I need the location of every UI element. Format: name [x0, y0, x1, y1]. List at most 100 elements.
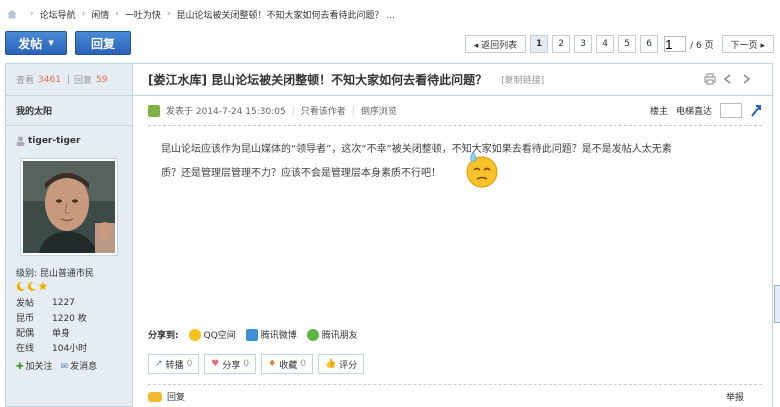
rank-icons: [6, 281, 132, 291]
thumbs-up-icon: 👍: [324, 359, 337, 369]
repost-icon: ↗: [155, 359, 163, 369]
rate-label: 评分: [339, 360, 358, 371]
tencent-weibo-icon: [245, 328, 258, 341]
report-link[interactable]: 举报: [726, 390, 744, 403]
page-link-1[interactable]: 1: [530, 35, 549, 53]
add-follow-label: 加关注: [25, 362, 53, 372]
only-author-link[interactable]: 只看该作者: [301, 104, 346, 117]
share-qzone-label: QQ空间: [203, 331, 236, 341]
reverse-order-link[interactable]: 倒序浏览: [361, 104, 397, 117]
repost-button[interactable]: ↗ 转播 0: [148, 354, 200, 374]
send-message-label: 发消息: [70, 362, 98, 372]
tencent-friends-icon: [306, 328, 319, 341]
group-title: 我的太阳: [6, 96, 132, 126]
favorite-label: 收藏: [279, 360, 298, 371]
share-qzone[interactable]: QQ空间: [188, 328, 236, 341]
user-icon: [16, 136, 25, 146]
share-button[interactable]: ♥ 分享 0: [204, 354, 257, 374]
send-message-link[interactable]: ✉ 发消息: [61, 359, 98, 372]
share-tencent-weibo[interactable]: 腾讯微博: [245, 328, 297, 341]
views-label: 查看: [16, 76, 35, 86]
reply-icon: [148, 391, 162, 402]
pagination: ◂ 返回列表 1 2 3 4 5 6 / 6 页 下一页 ▸: [464, 35, 774, 53]
share-label: 分享到:: [148, 331, 179, 341]
post-content: 昆山论坛应该作为昆山媒体的“领导者”，这次“不幸”被关闭整顿，不知大家如果去看待…: [133, 126, 772, 312]
page-jump-input[interactable]: [664, 36, 687, 52]
page-link-3[interactable]: 3: [574, 35, 593, 53]
share-tencent-friends[interactable]: 腾讯朋友: [306, 328, 358, 341]
profile-value: 1220 枚: [52, 314, 87, 324]
page-link-5[interactable]: 5: [618, 35, 637, 53]
avatar[interactable]: [20, 158, 118, 256]
profile-value: 1227: [52, 297, 75, 308]
floor-controls: 楼主 电梯直达: [650, 103, 762, 118]
profile-key: 配偶: [16, 329, 35, 339]
profile-value: 单身: [52, 329, 71, 339]
post-footer: 回复 举报: [148, 384, 762, 407]
repost-count: 0: [186, 359, 193, 369]
views-count: 3461: [38, 74, 61, 85]
back-to-list-button[interactable]: ◂ 返回列表: [464, 35, 527, 53]
side-feedback-tab[interactable]: [774, 285, 780, 323]
meta-divider: |: [291, 105, 295, 116]
reply-button[interactable]: 回复: [75, 31, 131, 55]
floor-owner-label: 楼主: [649, 107, 668, 117]
page-total: / 6 页: [690, 40, 714, 51]
profile-row-posts: 发帖 1227: [16, 295, 132, 310]
go-arrow-icon[interactable]: [750, 104, 762, 118]
post-button-label: 发帖: [18, 36, 43, 51]
heart-icon: ♥: [211, 359, 220, 369]
thread-stats: 查看 3461 | 回复 59: [6, 64, 132, 96]
rate-button[interactable]: 👍 评分: [317, 354, 365, 374]
avatar-image: [23, 161, 115, 253]
profile-stats: 发帖 1227 昆币 1220 枚 配偶 单身 在线 104小时: [6, 295, 132, 355]
breadcrumb-separator: ›: [166, 9, 171, 19]
breadcrumb-leisure[interactable]: 闲情: [91, 8, 109, 21]
share-tencent-weibo-label: 腾讯微博: [260, 331, 297, 341]
user-level: 级别: 昆山普通市民: [16, 269, 94, 279]
page-link-2[interactable]: 2: [552, 35, 571, 53]
repost-label: 转播: [165, 360, 184, 371]
chevron-down-icon: ▼: [48, 39, 54, 47]
next-page-button[interactable]: 下一页 ▸: [721, 35, 774, 53]
breadcrumb-separator: ›: [30, 9, 34, 19]
author-name-row[interactable]: tiger-tiger: [6, 136, 132, 146]
breadcrumb-vent[interactable]: 一吐为快: [125, 8, 161, 21]
page-link-6[interactable]: 6: [640, 35, 659, 53]
post-button[interactable]: 发帖 ▼: [5, 31, 67, 55]
moon-icon: [27, 281, 36, 291]
breadcrumb-thread[interactable]: 昆山论坛被关闭整顿！不知大家如何去看待此问题？ ...: [176, 8, 394, 21]
add-follow-link[interactable]: ✚ 加关注: [16, 359, 53, 372]
post-title-row: [娄江水库] 昆山论坛被关闭整顿！不知大家如何去看待此问题？ [复制链接]: [133, 64, 772, 96]
post-main: [娄江水库] 昆山论坛被关闭整顿！不知大家如何去看待此问题？ [复制链接] 发表…: [133, 63, 773, 407]
stats-divider: |: [66, 74, 70, 85]
home-icon[interactable]: [6, 9, 18, 19]
page-link-4[interactable]: 4: [596, 35, 615, 53]
plus-icon: ✚: [16, 362, 24, 372]
post-meta-row: 发表于 2014-7-24 15:30:05 | 只看该作者 | 倒序浏览 楼主…: [148, 96, 762, 126]
favorite-button[interactable]: ♦ 收藏 0: [261, 354, 313, 374]
author-name[interactable]: tiger-tiger: [28, 136, 80, 146]
reply-link[interactable]: 回复: [167, 390, 185, 403]
share-btn-label: 分享: [222, 360, 241, 371]
online-status-icon: [148, 104, 160, 117]
sweat-emoji-icon: [466, 151, 498, 188]
floor-jump-input[interactable]: [720, 103, 742, 118]
share-tencent-friends-label: 腾讯朋友: [321, 331, 358, 341]
next-thread-icon[interactable]: [740, 73, 752, 85]
meta-divider: |: [351, 105, 355, 116]
favorite-icon: ♦: [268, 359, 277, 369]
breadcrumb-separator: ›: [81, 9, 86, 19]
message-icon: ✉: [60, 362, 69, 372]
post-date: 发表于 2014-7-24 15:30:05: [166, 107, 286, 117]
print-icon[interactable]: [704, 73, 716, 85]
copy-link-button[interactable]: [复制链接]: [501, 73, 544, 86]
star-icon: [38, 281, 48, 291]
breadcrumb-forum-nav[interactable]: 论坛导航: [40, 8, 76, 21]
replies-label: 回复: [73, 76, 92, 86]
previous-thread-icon[interactable]: [722, 73, 734, 85]
author-actions: ✚ 加关注 ✉ 发消息: [6, 359, 132, 372]
breadcrumb: › 论坛导航 › 闲情 › 一吐为快 › 昆山论坛被关闭整顿！不知大家如何去看待…: [0, 0, 780, 28]
profile-key: 发帖: [16, 299, 35, 309]
profile-row-spouse: 配偶 单身: [16, 325, 132, 340]
